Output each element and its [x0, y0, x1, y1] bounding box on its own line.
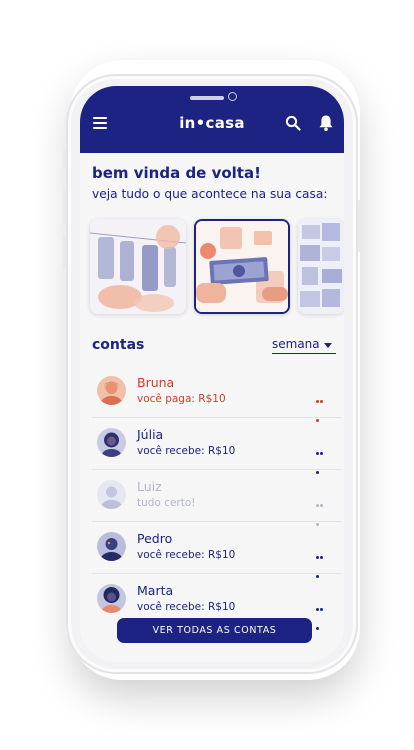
account-status: você recebe: R$10 — [137, 549, 236, 561]
more-options-icon[interactable] — [316, 492, 328, 526]
avatar — [97, 376, 126, 405]
greeting-title: bem vinda de volta! — [92, 164, 261, 182]
account-status: você paga: R$10 — [137, 393, 226, 405]
account-name: Marta — [137, 583, 174, 598]
more-options-icon[interactable] — [316, 596, 328, 630]
more-options-icon[interactable] — [316, 544, 328, 578]
account-row[interactable]: Júlia você recebe: R$10 — [92, 418, 341, 474]
account-status: você recebe: R$10 — [137, 445, 236, 457]
search-icon[interactable] — [285, 115, 301, 131]
app-logo: in•casa — [179, 114, 245, 132]
avatar — [97, 428, 126, 457]
avatar — [97, 480, 126, 509]
phone-volume-down — [63, 235, 66, 269]
more-options-icon[interactable] — [316, 388, 328, 422]
avatar — [97, 584, 126, 613]
phone-power-button — [358, 200, 361, 252]
feature-carousel — [90, 219, 344, 316]
period-dropdown-value: semana — [272, 337, 320, 351]
laundry-image — [90, 219, 186, 314]
notes-image — [298, 219, 344, 314]
carousel-card-laundry[interactable] — [90, 219, 186, 314]
bell-icon[interactable] — [318, 114, 334, 132]
account-row[interactable]: Pedro você recebe: R$10 — [92, 522, 341, 578]
period-dropdown[interactable]: semana — [272, 337, 336, 354]
account-name: Júlia — [137, 427, 164, 442]
phone-volume-up — [63, 190, 66, 224]
app-screen: in•casa bem vinda de volta! veja tudo o … — [80, 86, 344, 662]
account-row[interactable]: Bruna você paga: R$10 — [92, 366, 341, 422]
app-header: in•casa — [80, 86, 344, 153]
account-name: Pedro — [137, 531, 173, 546]
carousel-card-money[interactable] — [194, 219, 290, 314]
account-status: tudo certo! — [137, 497, 196, 509]
more-options-icon[interactable] — [316, 440, 328, 474]
greeting-subtitle: veja tudo o que acontece na sua casa: — [92, 187, 328, 201]
money-image — [196, 221, 288, 312]
chevron-down-icon — [324, 343, 332, 348]
phone-notch — [190, 92, 237, 106]
account-name: Bruna — [137, 375, 175, 390]
phone-silent-switch — [63, 150, 66, 168]
accounts-title: contas — [92, 337, 145, 353]
account-status: você recebe: R$10 — [137, 601, 236, 613]
avatar — [97, 532, 126, 561]
account-row[interactable]: Luiz tudo certo! — [92, 470, 341, 526]
view-all-accounts-button[interactable]: VER TODAS AS CONTAS — [117, 618, 312, 643]
carousel-card-notes[interactable] — [298, 219, 344, 314]
account-name: Luiz — [137, 479, 162, 494]
